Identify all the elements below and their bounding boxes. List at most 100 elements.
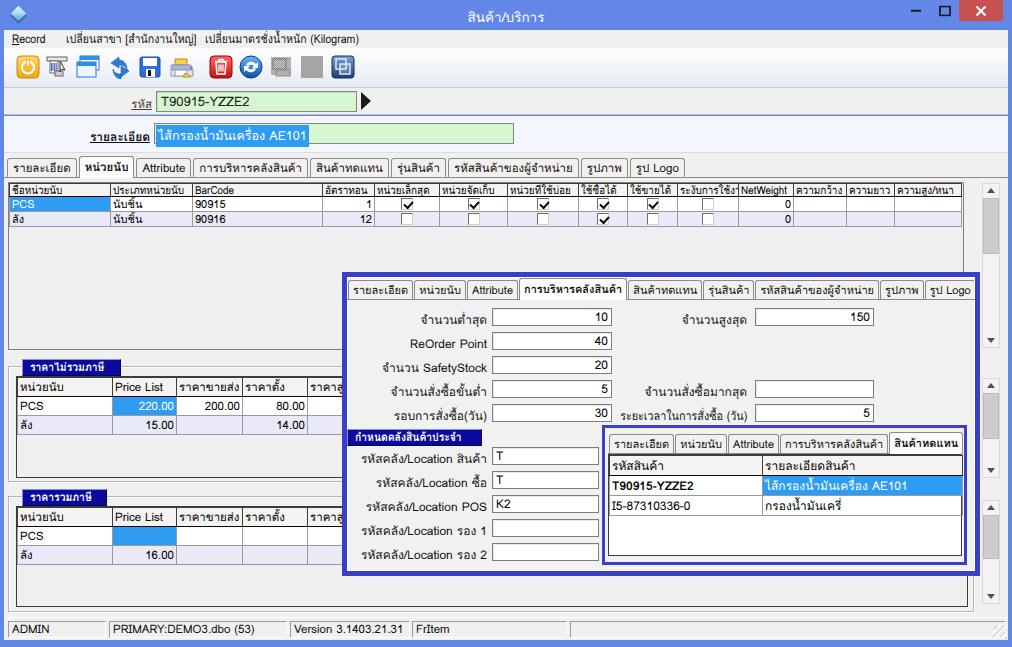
units-scrollbar[interactable] [982, 183, 1000, 348]
units-check-cell [375, 212, 440, 227]
loc-sub1-input[interactable] [492, 519, 599, 537]
scroll-thumb[interactable] [983, 515, 999, 559]
layers-icon [331, 55, 355, 79]
scroll-up-icon[interactable] [983, 184, 999, 197]
toolbar-sync-icon[interactable] [106, 53, 132, 81]
price-ex-vat-row-2[interactable]: ลัง15.0014.00 [18, 416, 373, 435]
main-tab-8[interactable]: รูปภาพ [581, 158, 628, 178]
units-check-cell [440, 212, 508, 227]
price-ex-vat-row-1[interactable]: PCS220.00200.0080.00 [18, 397, 373, 416]
maximize-button[interactable] [930, 0, 959, 21]
loc-item-input[interactable]: T [492, 447, 599, 465]
scroll-thumb[interactable] [983, 393, 999, 439]
lead-time-input[interactable]: 5 [755, 404, 874, 422]
toolbar-layers-icon[interactable] [330, 53, 356, 81]
field-label: จำนวนสูงสุด [627, 310, 747, 329]
overlay-tab-3[interactable]: Attribute [467, 280, 518, 300]
main-tab-5[interactable]: สินค้าทดแทน [310, 158, 389, 178]
price-ex-vat-col: ราคาขายส่ง [177, 378, 243, 397]
toolbar-save-icon[interactable] [137, 53, 163, 81]
price-ex-vat-header-row: หน่วยนับPrice Listราคาขายส่งราคาตั้งราคา… [18, 378, 373, 397]
delete-icon [209, 55, 233, 79]
menu-item-3[interactable]: เปลี่ยนมาตรชั่งน้ำหนัก (Kilogram) [205, 31, 359, 48]
price-inc-vat-col: ราคาตั้ง [243, 508, 308, 527]
app-window: สินค้า/บริการ Recordเปลี่ยนสาขา [สำนักงา… [0, 0, 1012, 647]
price-inc-scrollbar[interactable] [982, 500, 1000, 604]
main-tab-7[interactable]: รหัสสินค้าของผู้จำหน่าย [448, 158, 579, 178]
substitute-row-1[interactable]: T90915-YZZE2ไส้กรองน้ำมันเครื่อง AE101 [610, 476, 963, 496]
min-order-qty-input[interactable]: 5 [492, 380, 612, 398]
field-label: ระยะเวลาในการสั่งซื้อ (วัน) [587, 406, 747, 425]
scroll-down-icon[interactable] [983, 334, 999, 347]
loc-pos-input[interactable]: K2 [492, 495, 599, 513]
toolbar-barcode-icon[interactable] [45, 53, 71, 81]
min-qty-input[interactable]: 10 [492, 308, 612, 326]
scroll-down-icon[interactable] [983, 464, 999, 477]
price-inc-vat-badge: ราคารวมภาษี [22, 489, 107, 506]
toolbar-delete-icon[interactable] [208, 53, 234, 81]
scroll-up-icon[interactable] [983, 501, 999, 514]
nested-tab-2[interactable]: หน่วยนับ [675, 434, 727, 454]
scroll-down-icon[interactable] [983, 590, 999, 603]
units-check-cell [375, 197, 440, 212]
price-inc-vat-row-2[interactable]: ลัง16.00 [18, 546, 373, 565]
status-panel-2: PRIMARY:DEMO3.dbo (53) [109, 621, 287, 638]
unchecked-checkbox-icon [702, 213, 714, 225]
next-record-arrow-icon[interactable] [361, 92, 371, 110]
toolbar-exit-icon[interactable] [15, 53, 41, 81]
toolbar-new-window-icon[interactable] [75, 53, 101, 81]
max-qty-input[interactable]: 150 [755, 308, 874, 326]
units-cell: 0 [739, 197, 794, 212]
price-inc-vat-col: Price List [113, 508, 177, 527]
field-label: จำนวนสั่งซื้อขั้นต่ำ [357, 382, 487, 401]
units-row-1[interactable]: PCSนับชิ้น9091510 [10, 197, 962, 212]
price-inc-vat-header-row: หน่วยนับPrice Listราคาขายส่งราคาตั้งราคา… [18, 508, 373, 527]
overlay-tab-7[interactable]: รหัสสินค้าของผู้จำหน่าย [755, 280, 879, 300]
scroll-up-icon[interactable] [983, 379, 999, 392]
max-order-qty-input[interactable] [755, 380, 874, 398]
main-tab-6[interactable]: รุ่นสินค้า [391, 158, 446, 178]
substitute-row-2[interactable]: I5-87310336-0กรองน้ำมันเครี่ [610, 496, 963, 516]
nested-tab-5[interactable]: สินค้าทดแทน [889, 432, 963, 454]
menu-item-2[interactable]: เปลี่ยนสาขา [สำนักงานใหญ่] [66, 31, 197, 48]
overlay-tab-9[interactable]: รูป Logo [925, 280, 974, 300]
units-col-9: ใช้ขายได้ [628, 184, 678, 197]
units-row-2[interactable]: ลังนับชิ้น90916120 [10, 212, 962, 227]
code-row: รหัส T90915-YZZE2 [4, 88, 1008, 115]
nested-tab-3[interactable]: Attribute [728, 434, 779, 454]
units-col-label: หน่วยจัดเก็บ [442, 184, 495, 196]
loc-buy-input[interactable]: T [492, 471, 599, 489]
detail-row: รายละเอียด ไส้กรองน้ำมันเครื่อง AE101 [4, 116, 1008, 153]
main-tab-1[interactable]: รายละเอียด [7, 158, 77, 178]
overlay-tab-2[interactable]: หน่วยนับ [414, 280, 466, 300]
main-tab-3[interactable]: Attribute [136, 158, 191, 178]
units-col-label: หน่วยที่ใช้บ่อย [510, 184, 571, 196]
toolbar-refresh-icon[interactable] [238, 53, 264, 81]
scroll-thumb[interactable] [983, 198, 999, 254]
minimize-button[interactable] [901, 0, 930, 21]
price-ex-scrollbar[interactable] [982, 378, 1000, 478]
loc-sub2-input[interactable] [492, 543, 599, 561]
warehouse-badge: กำหนดคลังสินค้าประจำ [347, 429, 482, 446]
overlay-tab-8[interactable]: รูปภาพ [880, 280, 924, 300]
toolbar-print-icon[interactable] [168, 53, 194, 81]
overlay-tab-6[interactable]: รุ่นสินค้า [703, 280, 754, 300]
price-inc-vat-row-1[interactable]: PCS [18, 527, 373, 546]
main-tab-9[interactable]: รูป Logo [630, 158, 685, 178]
reorder-point-input[interactable]: 40 [492, 332, 612, 350]
main-tab-4[interactable]: การบริหารคลังสินค้า [193, 158, 308, 178]
code-input[interactable]: T90915-YZZE2 [156, 91, 357, 112]
main-tab-2[interactable]: หน่วยนับ [79, 156, 135, 178]
nested-tab-1[interactable]: รายละเอียด [609, 434, 674, 454]
overlay-tab-4[interactable]: การบริหารคลังสินค้า [519, 278, 627, 300]
overlay-tab-5[interactable]: สินค้าทดแทน [628, 280, 702, 300]
safety-stock-input[interactable]: 20 [492, 356, 612, 374]
units-check-cell [440, 197, 508, 212]
checked-checkbox-icon [468, 198, 480, 210]
nested-tab-4[interactable]: การบริหารคลังสินค้า [780, 434, 888, 454]
price-inc-vat-col: หน่วยนับ [18, 508, 113, 527]
detail-input[interactable]: ไส้กรองน้ำมันเครื่อง AE101 [154, 123, 514, 144]
overlay-tab-1[interactable]: รายละเอียด [348, 280, 413, 300]
menu-item-1[interactable]: Record [12, 31, 46, 48]
close-button[interactable] [959, 0, 1003, 21]
